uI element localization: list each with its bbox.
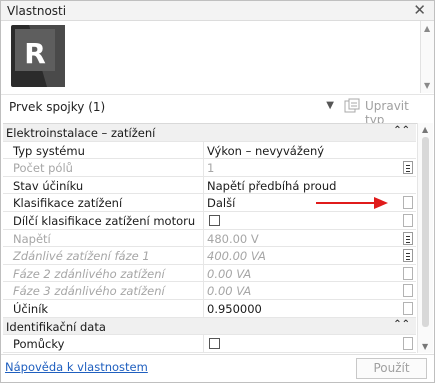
value-button[interactable]: [403, 266, 413, 280]
edit-button-line: [406, 235, 410, 237]
property-label: Klasifikace zatížení: [13, 196, 123, 211]
value-button[interactable]: [403, 196, 413, 210]
window-title: Vlastnosti: [7, 4, 67, 18]
column-divider: [203, 212, 204, 229]
edit-button-icon[interactable]: [403, 231, 413, 245]
property-row: Počet pólů 1: [3, 159, 416, 177]
properties-palette: Vlastnosti ✕ R ▲ ▼ Prvek spojky (1) ▼ Up: [0, 0, 435, 383]
property-row[interactable]: Účiník 0.950000: [3, 300, 416, 318]
edit-button-line: [406, 165, 410, 167]
instance-filter-dropdown[interactable]: Prvek spojky (1) ▼: [3, 97, 337, 116]
value-button[interactable]: [403, 214, 413, 227]
checkbox[interactable]: [209, 215, 220, 226]
value-button[interactable]: [403, 337, 413, 351]
column-divider: [203, 194, 204, 211]
property-value: 0.00 VA: [207, 266, 252, 281]
title-bar: Vlastnosti ✕: [1, 1, 434, 21]
property-row[interactable]: Pomůcky: [3, 335, 416, 353]
type-selector-bar: Prvek spojky (1) ▼ Upravit typ: [1, 94, 434, 127]
edit-button-line: [406, 168, 410, 170]
property-value[interactable]: Napětí předbíhá proud: [207, 179, 336, 193]
edit-button-line: [406, 259, 410, 261]
checkbox[interactable]: [209, 338, 220, 350]
property-label: Účiník: [13, 302, 49, 316]
value-button[interactable]: [403, 302, 413, 315]
scroll-down-icon[interactable]: ▼: [422, 342, 428, 351]
property-label: Počet pólů: [13, 161, 73, 176]
property-value[interactable]: Další: [207, 196, 235, 210]
property-group-header[interactable]: Identifikační data ⌃⌃: [3, 317, 416, 336]
property-row[interactable]: Dílčí klasifikace zatížení motoru: [3, 212, 416, 230]
edit-button-line: [406, 241, 410, 243]
edit-type-button[interactable]: Upravit typ: [343, 97, 431, 127]
property-label: Fáze 2 zdánlivého zatížení: [13, 266, 165, 281]
property-value: 1: [207, 161, 215, 176]
property-label: Dílčí klasifikace zatížení motoru: [13, 214, 196, 228]
property-label: Pomůcky: [13, 337, 65, 352]
family-preview-area: R ▲ ▼: [1, 21, 434, 93]
property-value: 400.00 VA: [207, 249, 266, 264]
group-title: Identifikační data: [6, 319, 106, 334]
chevron-down-icon[interactable]: ▼: [326, 100, 334, 111]
property-label: Napětí: [13, 231, 51, 246]
preview-scrollbar[interactable]: ▲ ▼: [420, 21, 434, 93]
property-label: Typ systému: [13, 143, 85, 158]
scroll-down-icon[interactable]: ▼: [424, 81, 430, 90]
edit-button-line: [406, 253, 410, 255]
scroll-up-icon[interactable]: ▲: [422, 125, 428, 134]
property-value[interactable]: Výkon – nevyvážený: [207, 144, 324, 158]
property-label: Fáze 3 zdánlivého zatížení: [13, 284, 165, 299]
property-value: 480.00 V: [207, 231, 259, 246]
properties-scrollbar[interactable]: ▲ ▼: [417, 123, 433, 353]
edit-type-icon: [344, 98, 360, 113]
column-divider: [203, 335, 204, 352]
logo-letter: R: [24, 37, 46, 70]
column-divider: [203, 282, 204, 299]
edit-button-line: [406, 256, 410, 258]
value-button[interactable]: [403, 284, 413, 298]
column-divider: [203, 141, 204, 159]
collapse-icon[interactable]: ⌃⌃: [393, 125, 410, 136]
properties-grid: Elektroinstalace – zatížení ⌃⌃ Typ systému…: [3, 123, 432, 353]
column-divider: [203, 247, 204, 264]
property-group-header[interactable]: Elektroinstalace – zatížení ⌃⌃: [3, 124, 416, 142]
edit-button-icon[interactable]: [403, 249, 413, 263]
footer: Nápověda k vlastnostem Použít: [1, 354, 434, 382]
scrollbar-thumb[interactable]: [422, 137, 429, 327]
property-value[interactable]: 0.950000: [207, 302, 262, 316]
property-row: Napětí 480.00 V: [3, 229, 416, 248]
property-label: Zdánlivé zatížení fáze 1: [13, 249, 150, 264]
close-icon[interactable]: ✕: [413, 2, 426, 18]
column-divider: [203, 264, 204, 282]
apply-button[interactable]: Použít: [356, 358, 427, 379]
instance-filter-value: Prvek spojky (1): [9, 100, 106, 114]
scroll-up-icon[interactable]: ▲: [424, 24, 430, 33]
collapse-icon[interactable]: ⌃⌃: [393, 319, 410, 330]
edit-button-line: [406, 238, 410, 240]
column-divider: [203, 159, 204, 176]
group-title: Elektroinstalace – zatížení: [6, 126, 156, 140]
property-row: Fáze 3 zdánlivého zatížení 0.00 VA: [3, 282, 416, 300]
autodesk-revit-logo: R: [11, 25, 65, 87]
edit-button-icon[interactable]: [403, 161, 413, 175]
property-row[interactable]: Stav účiníku Napětí předbíhá proud: [3, 176, 416, 195]
annotation-arrow: [316, 197, 388, 209]
column-divider: [203, 300, 204, 317]
property-row[interactable]: Typ systému Výkon – nevyvážený: [3, 141, 416, 160]
property-row: Zdánlivé zatížení fáze 1 400.00 VA: [3, 247, 416, 265]
property-label: Stav účiníku: [13, 178, 84, 193]
property-row: Fáze 2 zdánlivého zatížení 0.00 VA: [3, 264, 416, 283]
properties-help-link[interactable]: Nápověda k vlastnostem: [5, 360, 148, 374]
property-value: 0.00 VA: [207, 284, 252, 299]
column-divider: [203, 176, 204, 194]
column-divider: [203, 229, 204, 247]
edit-button-line: [406, 171, 410, 173]
